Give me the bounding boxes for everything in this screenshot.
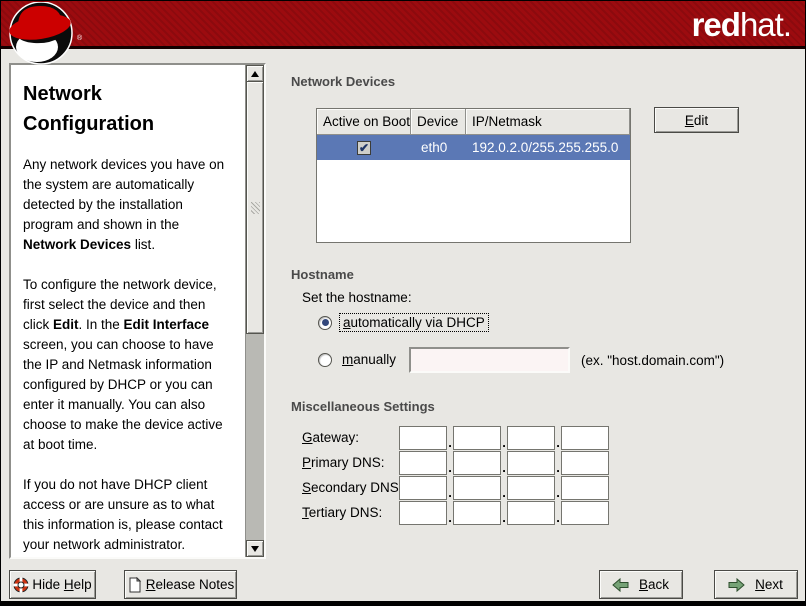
- tertiary-dns-octet-3[interactable]: [508, 502, 554, 524]
- primary-dns-octet-3[interactable]: [508, 452, 554, 474]
- redhat-shadowman-logo-icon: [4, 2, 80, 69]
- next-arrow-icon: [726, 577, 746, 593]
- table-header-row: Active on Boot Device IP/Netmask: [317, 109, 630, 135]
- device-cell: eth0: [411, 140, 466, 155]
- network-devices-heading: Network Devices: [291, 74, 395, 89]
- column-header-ip-netmask[interactable]: IP/Netmask: [466, 109, 630, 135]
- active-on-boot-cell: ✔: [317, 141, 411, 155]
- misc-settings-heading: Miscellaneous Settings: [291, 399, 435, 414]
- secondary-dns-octet-4[interactable]: [562, 477, 608, 499]
- primary-dns-octet-2[interactable]: [454, 452, 500, 474]
- edit-button[interactable]: Edit: [654, 107, 739, 133]
- set-hostname-label: Set the hostname:: [302, 290, 412, 305]
- secondary-dns-octet-3[interactable]: [508, 477, 554, 499]
- scrollbar-grip-icon: [251, 202, 260, 214]
- installer-window: redhat. ® Network Configuration Any netw…: [0, 0, 806, 606]
- down-arrow-icon: [251, 546, 259, 552]
- hostname-manual-option[interactable]: manually: [318, 351, 399, 368]
- tertiary-dns-octet-4[interactable]: [562, 502, 608, 524]
- help-paragraph: To configure the network device, first s…: [23, 275, 235, 455]
- gateway-octet-1[interactable]: [400, 427, 446, 449]
- hostname-heading: Hostname: [291, 267, 354, 282]
- scroll-down-button[interactable]: [246, 540, 264, 557]
- tertiary-dns-label: Tertiary DNS:: [302, 505, 382, 520]
- up-arrow-icon: [251, 71, 259, 77]
- hostname-input[interactable]: [411, 349, 568, 371]
- hide-help-button[interactable]: Hide Help: [9, 570, 96, 599]
- document-icon: [127, 577, 143, 593]
- help-title: Network Configuration: [23, 79, 235, 139]
- lifebuoy-icon: [13, 577, 29, 593]
- primary-dns-octet-4[interactable]: [562, 452, 608, 474]
- network-devices-table: Active on Boot Device IP/Netmask ✔ eth0 …: [316, 108, 631, 243]
- help-text-area: Network Configuration Any network device…: [11, 65, 245, 557]
- radio-unselected-icon[interactable]: [318, 353, 332, 367]
- gateway-octet-4[interactable]: [562, 427, 608, 449]
- scroll-up-button[interactable]: [246, 65, 264, 82]
- back-arrow-icon: [611, 577, 631, 593]
- radio-selected-icon[interactable]: [318, 316, 332, 330]
- table-row-eth0[interactable]: ✔ eth0 192.0.2.0/255.255.255.0: [317, 135, 630, 160]
- scrollbar-track[interactable]: [246, 334, 264, 540]
- gateway-octets: . . .: [399, 425, 609, 450]
- back-button[interactable]: Back: [599, 570, 683, 599]
- brand-rest: hat.: [740, 6, 791, 43]
- next-button[interactable]: Next: [714, 570, 798, 599]
- scrollbar-thumb[interactable]: [246, 82, 264, 334]
- redhat-wordmark: redhat.: [692, 6, 791, 44]
- gateway-label: Gateway:: [302, 430, 359, 445]
- help-paragraph: Any network devices you have on the syst…: [23, 155, 235, 255]
- help-panel: Network Configuration Any network device…: [9, 63, 266, 559]
- manually-label[interactable]: manually: [339, 351, 399, 368]
- column-header-active-on-boot[interactable]: Active on Boot: [317, 109, 411, 135]
- ip-netmask-cell: 192.0.2.0/255.255.255.0: [466, 140, 630, 155]
- help-scrollbar[interactable]: [245, 65, 264, 557]
- primary-dns-octets: . . .: [399, 450, 609, 475]
- hostname-example-hint: (ex. "host.domain.com"): [581, 353, 724, 368]
- release-notes-button[interactable]: Release Notes: [124, 570, 237, 599]
- registered-trademark: ®: [77, 35, 82, 42]
- column-header-device[interactable]: Device: [411, 109, 466, 135]
- hostname-input-frame: [409, 347, 570, 373]
- tertiary-dns-octet-2[interactable]: [454, 502, 500, 524]
- redhat-banner: redhat.: [1, 1, 805, 49]
- secondary-dns-label: Secondary DNS:: [302, 480, 403, 495]
- primary-dns-label: Primary DNS:: [302, 455, 385, 470]
- gateway-octet-2[interactable]: [454, 427, 500, 449]
- secondary-dns-octet-1[interactable]: [400, 477, 446, 499]
- gateway-octet-3[interactable]: [508, 427, 554, 449]
- help-paragraph: If you do not have DHCP client access or…: [23, 475, 235, 555]
- hostname-auto-option[interactable]: automatically via DHCP: [318, 313, 489, 332]
- brand-bold: red: [692, 6, 740, 43]
- tertiary-dns-octets: . . .: [399, 500, 609, 525]
- auto-dhcp-label[interactable]: automatically via DHCP: [339, 313, 489, 332]
- primary-dns-octet-1[interactable]: [400, 452, 446, 474]
- secondary-dns-octet-2[interactable]: [454, 477, 500, 499]
- tertiary-dns-octet-1[interactable]: [400, 502, 446, 524]
- active-on-boot-checkbox[interactable]: ✔: [357, 141, 371, 155]
- secondary-dns-octets: . . .: [399, 475, 609, 500]
